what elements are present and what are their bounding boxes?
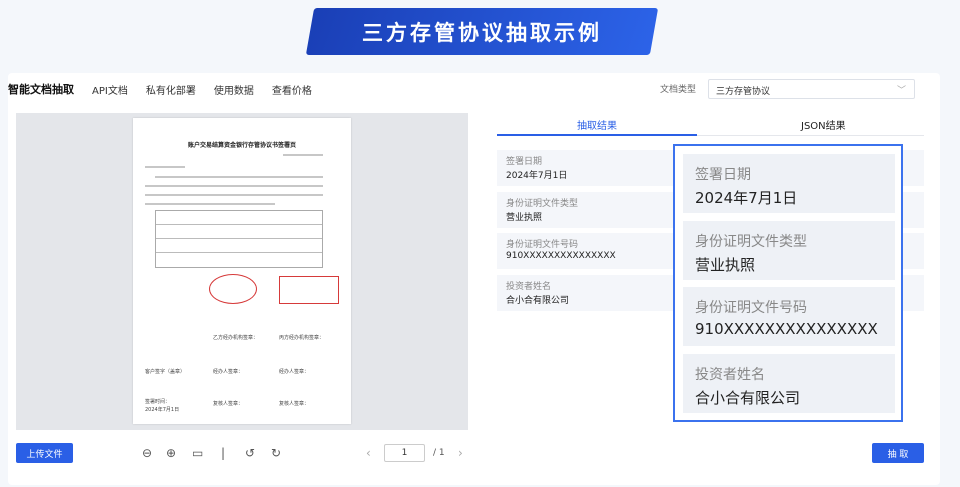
zoom-field-label: 签署日期 [695,167,751,183]
agent-sign-label: 经办人签章： [279,369,310,375]
document-table [155,210,323,268]
nav-pricing[interactable]: 查看价格 [272,82,312,97]
text-line [145,185,323,187]
field-label: 身份证明文件号码 [506,240,579,250]
zoom-in-icon[interactable]: ⊕ [166,446,176,460]
zoom-field-label: 身份证明文件号码 [695,300,807,316]
chevron-left-icon[interactable]: ‹ [366,446,371,460]
field-value: 910XXXXXXXXXXXXXXX [506,251,616,261]
tab-json-result[interactable]: JSON结果 [801,117,846,132]
tab-extract-result[interactable]: 抽取结果 [577,117,617,132]
field-value: 合小合有限公司 [506,296,570,306]
field-label: 投资者姓名 [506,282,552,292]
rotate-left-icon[interactable]: ↺ [245,446,255,460]
banner-title: 三方存管协议抽取示例 [362,20,602,45]
party-b-label: 乙方经办机构签章： [213,335,259,341]
nav-doc-extract[interactable]: 智能文档抽取 [8,81,74,97]
field-label: 身份证明文件类型 [506,199,579,209]
zoom-field-id-number: 身份证明文件号码 910XXXXXXXXXXXXXXX [683,287,895,346]
fit-icon[interactable]: ▭ [192,446,203,460]
zoom-out-icon[interactable]: ⊖ [142,446,152,460]
doc-type-value: 三方存管协议 [716,87,771,97]
nav-usage-data[interactable]: 使用数据 [214,82,254,97]
text-line [283,154,323,156]
zoom-field-value: 合小合有限公司 [695,389,801,407]
active-tab-indicator [497,134,697,136]
chevron-right-icon[interactable]: › [458,446,463,460]
doc-type-label: 文档类型 [660,85,697,95]
field-label: 签署日期 [506,157,543,167]
extract-button[interactable]: 抽 取 [872,443,924,463]
agent-sign-label: 经办人签章： [213,369,244,375]
document-title: 账户交易结算资金银行存管协议书签署页 [187,142,296,149]
text-line [145,166,185,168]
text-line [145,203,275,205]
top-nav: 智能文档抽取 API文档 私有化部署 使用数据 查看价格 [8,80,330,98]
party-c-label: 丙方经办机构签章： [279,335,325,341]
doc-type-select[interactable]: 三方存管协议 ﹀ [708,79,915,99]
zoom-field-label: 投资者姓名 [695,367,765,383]
nav-private-deploy[interactable]: 私有化部署 [146,82,196,97]
rotate-right-icon[interactable]: ↻ [271,446,281,460]
reviewer-sign-label: 复核人签章： [279,401,310,407]
seal-stamp [279,276,339,304]
zoom-field-value: 营业执照 [695,256,756,274]
zoom-field-label: 身份证明文件类型 [695,234,807,250]
upload-file-button[interactable]: 上传文件 [16,443,73,463]
result-tabs: 抽取结果 JSON结果 [497,112,924,136]
document-page: 账户交易结算资金银行存管协议书签署页 乙方经办机构签章： 丙方经办机构签章： 客… [133,118,351,424]
nav-api-docs[interactable]: API文档 [92,82,128,97]
zoom-field-sign-date: 签署日期 2024年7月1日 [683,154,895,213]
investor-sign-label: 客户签字（盖章） [145,369,186,375]
text-line [155,176,323,178]
divider-icon: | [221,446,226,460]
field-value: 2024年7月1日 [506,171,568,181]
field-value: 营业执照 [506,213,543,223]
sign-date-value: 2024年7月1日 [145,407,180,413]
reviewer-sign-label: 复核人签章： [213,401,244,407]
chevron-down-icon: ﹀ [896,86,906,96]
zoom-field-id-type: 身份证明文件类型 营业执照 [683,221,895,280]
sign-date-label: 签署时间： [145,399,171,405]
page-total: / 1 [433,448,445,458]
zoom-field-investor-name: 投资者姓名 合小合有限公司 [683,354,895,413]
text-line [145,194,323,196]
zoomed-result-callout: 签署日期 2024年7月1日 身份证明文件类型 营业执照 身份证明文件号码 91… [673,144,903,422]
page-input[interactable]: 1 [384,444,425,462]
zoom-field-value: 910XXXXXXXXXXXXXXX [695,320,878,338]
zoom-field-value: 2024年7月1日 [695,189,798,207]
seal-stamp [209,274,257,304]
